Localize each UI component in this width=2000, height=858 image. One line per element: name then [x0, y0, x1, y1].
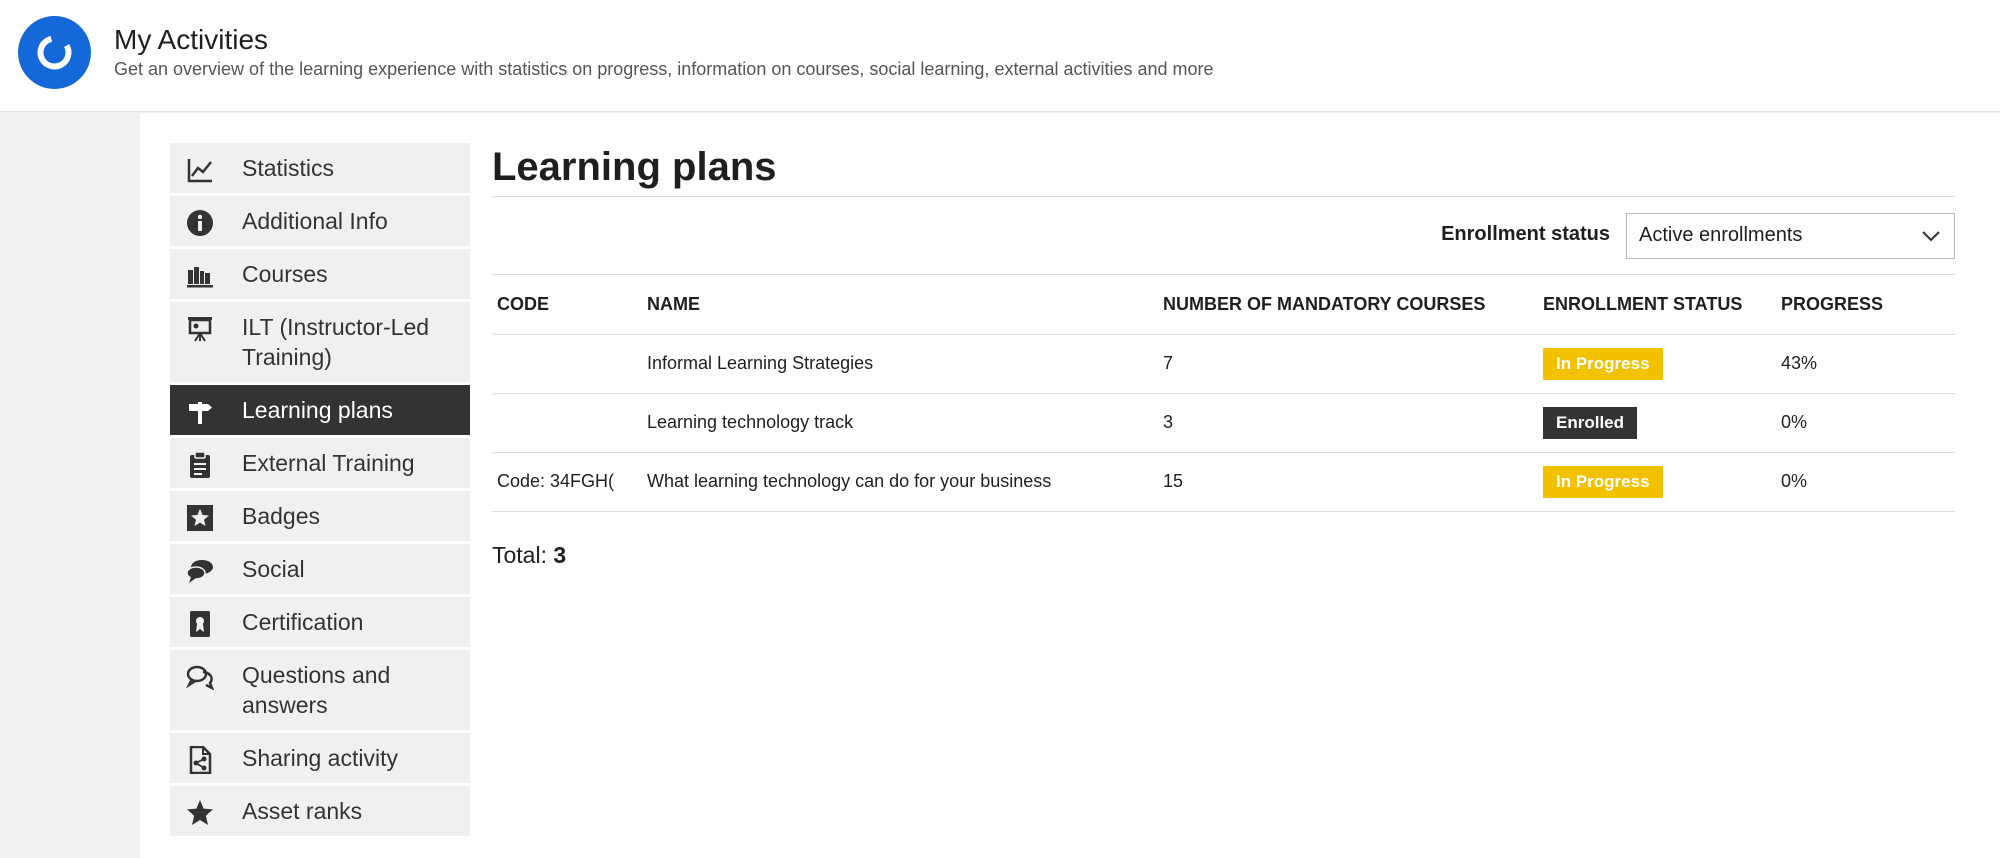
cell-progress: 0%	[1776, 452, 1955, 512]
column-header-enrollment-status[interactable]: ENROLLMENT STATUS	[1538, 275, 1776, 335]
signpost-icon	[186, 398, 214, 426]
column-header-code[interactable]: CODE	[492, 275, 642, 335]
books-icon	[186, 262, 214, 290]
cell-progress: 43%	[1776, 334, 1955, 394]
main-panel: Learning plans Enrollment status Active …	[492, 143, 1955, 569]
cell-mandatory-courses: 15	[1158, 452, 1538, 512]
table-row[interactable]: Code: 34FGH( What learning technology ca…	[492, 452, 1955, 512]
filter-bar: Enrollment status Active enrollments	[492, 197, 1955, 275]
question-bubbles-icon	[185, 663, 215, 691]
certificate-icon	[186, 610, 214, 638]
sidebar-item-questions-and-answers[interactable]: Questions and answers	[170, 650, 470, 733]
status-badge: In Progress	[1543, 347, 1663, 380]
sidebar-item-label: Courses	[242, 261, 328, 287]
sidebar-nav: Statistics Additional Info Courses ILT (…	[170, 143, 470, 839]
star-icon	[186, 799, 214, 827]
column-header-mandatory-courses[interactable]: NUMBER OF MANDATORY COURSES	[1158, 275, 1538, 335]
sidebar-item-label: Badges	[242, 503, 321, 529]
enrollment-status-select[interactable]: Active enrollments	[1626, 213, 1955, 259]
sidebar-item-badges[interactable]: Badges	[170, 491, 470, 544]
sidebar-item-certification[interactable]: Certification	[170, 597, 470, 650]
sidebar-item-additional-info[interactable]: Additional Info	[170, 196, 470, 249]
cell-enrollment-status: Enrolled	[1538, 393, 1776, 453]
chat-bubbles-icon	[186, 557, 214, 585]
sidebar-item-ilt[interactable]: ILT (Instructor-Led Training)	[170, 302, 470, 385]
table-header-row: CODE NAME NUMBER OF MANDATORY COURSES EN…	[492, 275, 1955, 335]
section-title: Learning plans	[492, 143, 1955, 197]
sidebar-item-asset-ranks[interactable]: Asset ranks	[170, 786, 470, 839]
table-row[interactable]: Informal Learning Strategies 7 In Progre…	[492, 334, 1955, 394]
learning-plans-table: CODE NAME NUMBER OF MANDATORY COURSES EN…	[492, 275, 1955, 512]
chevron-down-icon	[1922, 231, 1940, 242]
cell-code: Code: 34FGH(	[492, 452, 642, 512]
status-badge: Enrolled	[1543, 406, 1638, 439]
sidebar-item-external-training[interactable]: External Training	[170, 438, 470, 491]
content-area: Statistics Additional Info Courses ILT (…	[140, 113, 2000, 858]
sidebar-item-sharing-activity[interactable]: Sharing activity	[170, 733, 470, 786]
chart-line-icon	[186, 156, 214, 184]
sidebar-item-label: Asset ranks	[242, 798, 363, 824]
cell-mandatory-courses: 3	[1158, 393, 1538, 453]
enrollment-status-select-value: Active enrollments	[1639, 224, 1803, 246]
sidebar-item-courses[interactable]: Courses	[170, 249, 470, 302]
cell-progress: 0%	[1776, 393, 1955, 453]
sidebar-item-label: ILT (Instructor-Led Training)	[242, 314, 430, 370]
table-row[interactable]: Learning technology track 3 Enrolled 0%	[492, 393, 1955, 453]
total-label: Total:	[492, 541, 547, 568]
sidebar-item-statistics[interactable]: Statistics	[170, 143, 470, 196]
cell-code	[492, 393, 642, 453]
cell-name[interactable]: Learning technology track	[642, 393, 1158, 453]
sidebar-item-label: External Training	[242, 450, 415, 476]
page-title: My Activities	[114, 24, 269, 55]
cell-code	[492, 334, 642, 394]
cell-name[interactable]: What learning technology can do for your…	[642, 452, 1158, 512]
column-header-name[interactable]: NAME	[642, 275, 1158, 335]
app-logo-icon	[18, 16, 91, 89]
status-badge: In Progress	[1543, 465, 1663, 498]
sidebar-item-label: Questions and answers	[242, 662, 391, 718]
sidebar-item-label: Social	[242, 556, 305, 582]
page-subtitle: Get an overview of the learning experien…	[114, 59, 1214, 79]
cell-enrollment-status: In Progress	[1538, 452, 1776, 512]
column-header-progress[interactable]: PROGRESS	[1776, 275, 1955, 335]
clipboard-icon	[186, 451, 214, 479]
sidebar-item-social[interactable]: Social	[170, 544, 470, 597]
sidebar-item-label: Learning plans	[242, 397, 393, 423]
cell-mandatory-courses: 7	[1158, 334, 1538, 394]
star-badge-icon	[186, 504, 214, 532]
cell-name[interactable]: Informal Learning Strategies	[642, 334, 1158, 394]
presentation-board-icon	[186, 315, 214, 343]
sidebar-item-label: Statistics	[242, 155, 335, 181]
info-circle-icon	[186, 209, 214, 237]
sidebar-item-learning-plans[interactable]: Learning plans	[170, 385, 470, 438]
sidebar-item-label: Certification	[242, 609, 364, 635]
sidebar-item-label: Sharing activity	[242, 745, 398, 771]
total-value: 3	[553, 541, 567, 568]
total-count: Total: 3	[492, 542, 1955, 569]
share-document-icon	[186, 745, 214, 775]
cell-enrollment-status: In Progress	[1538, 334, 1776, 394]
sidebar-item-label: Additional Info	[242, 208, 388, 234]
enrollment-status-filter-label: Enrollment status	[1441, 223, 1610, 245]
page-header: My Activities Get an overview of the lea…	[0, 0, 2000, 112]
